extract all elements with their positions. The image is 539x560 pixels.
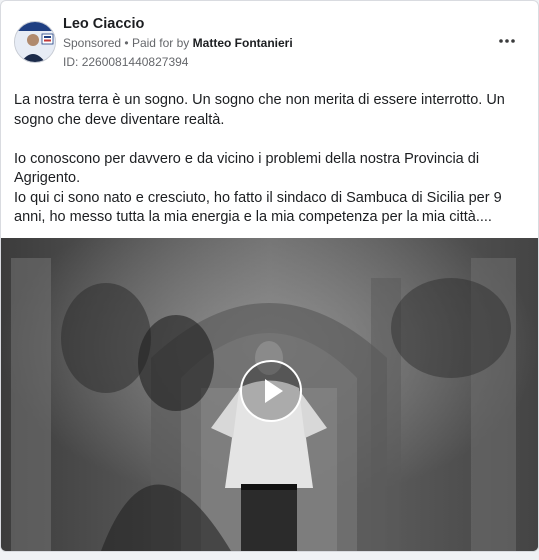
play-icon[interactable] (240, 360, 302, 422)
post-paragraph-3: Io qui ci sono nato e cresciuto, ho fatt… (14, 189, 502, 226)
ad-id: ID: 2260081440827394 (63, 55, 188, 69)
post-paragraph-1: La nostra terra è un sogno. Un sogno che… (14, 92, 505, 128)
more-options-icon[interactable] (495, 31, 519, 51)
post-header: Leo Ciaccio Sponsored • Paid for by Matt… (1, 1, 538, 81)
ad-card: Leo Ciaccio Sponsored • Paid for by Matt… (0, 0, 539, 552)
sponsored-line: Sponsored • Paid for by Matteo Fontanier… (63, 36, 293, 50)
ad-id-value: 2260081440827394 (81, 55, 189, 69)
payer-name: Matteo Fontanieri (192, 36, 293, 50)
post-paragraph-2: Io conoscono per davvero e da vicino i p… (14, 150, 480, 187)
avatar[interactable] (14, 21, 56, 63)
ad-id-label: ID: (63, 55, 79, 69)
video-thumbnail[interactable] (1, 238, 538, 551)
paid-for-prefix: Paid for by (131, 36, 190, 50)
separator: • (124, 36, 129, 50)
author-name[interactable]: Leo Ciaccio (63, 16, 144, 32)
post-body: La nostra terra è un sogno. Un sogno che… (14, 91, 529, 228)
sponsored-label: Sponsored (63, 36, 122, 50)
